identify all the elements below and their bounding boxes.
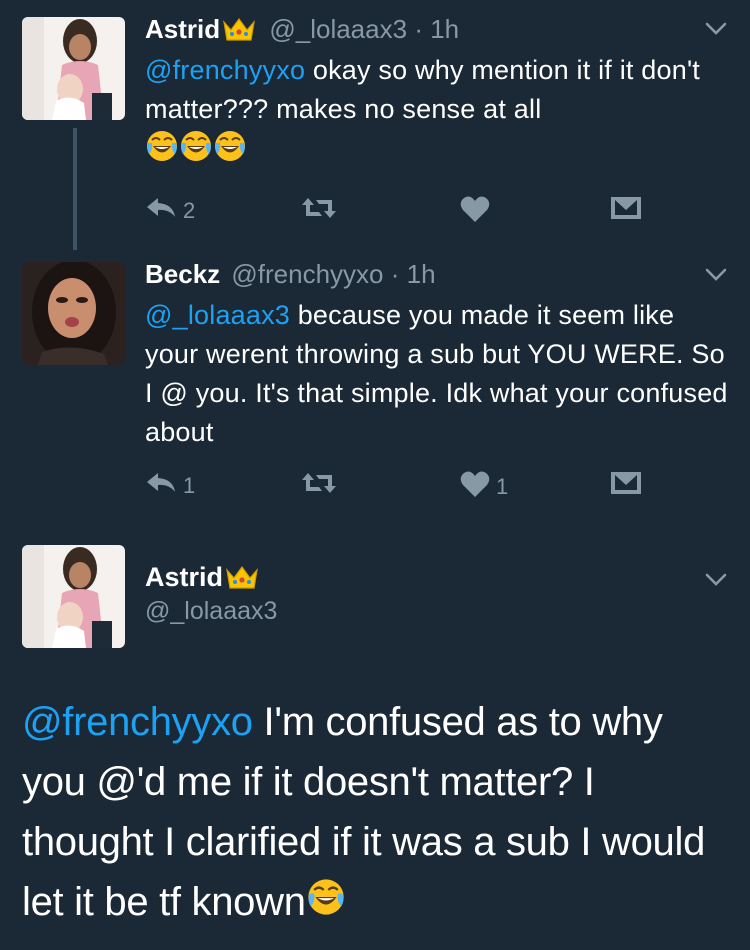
retweet-button[interactable] [300,470,338,502]
reply-count: 2 [183,198,196,223]
user-handle[interactable]: @_lolaaax3 [269,14,407,44]
main-tweet[interactable]: Astrid @_lolaaax3 @frenchyyxo I'm confus… [0,530,750,950]
tweet-text: @frenchyyxo I'm confused as to why you @… [22,692,732,934]
display-name[interactable]: Beckz [145,259,220,289]
display-name[interactable]: Astrid [145,14,220,44]
mention-link[interactable]: @_lolaaax3 [145,300,290,330]
chevron-down-icon[interactable] [705,268,727,287]
laugh-emoji-icon [145,129,179,174]
retweet-icon [300,470,338,502]
user-handle[interactable]: @frenchyyxo [231,259,383,289]
tweet-beckz[interactable]: Beckz @frenchyyxo · 1h @_lolaaax3 becaus… [0,250,750,520]
reply-button[interactable]: 2 [145,195,195,227]
timestamp[interactable]: 1h [430,14,459,44]
avatar[interactable] [22,17,125,120]
crown-icon [222,16,256,49]
envelope-icon [610,470,642,502]
reply-icon [145,195,177,227]
separator-dot: · [390,259,400,289]
timestamp[interactable]: 1h [407,259,436,289]
display-name[interactable]: Astrid [145,562,259,597]
reply-count: 1 [183,473,196,498]
envelope-icon [610,195,642,227]
message-button[interactable] [610,470,642,502]
display-name-text: Astrid [145,562,224,592]
heart-icon [460,195,490,229]
tweet-header: Astrid @_lolaaax3 · 1h [145,14,459,49]
action-bar: 2 [145,195,665,235]
user-handle[interactable]: @_lolaaax3 [145,597,277,626]
avatar[interactable] [22,545,125,648]
like-button[interactable]: 1 [460,470,508,504]
separator-dot: · [414,14,423,44]
like-count: 1 [496,474,509,499]
mention-link[interactable]: @frenchyyxo [145,55,305,85]
laugh-emoji-icon [213,129,247,174]
reply-icon [145,470,177,502]
crown-icon [225,564,259,597]
thread-line [73,128,77,250]
chevron-down-icon[interactable] [705,573,727,592]
action-bar: 1 1 [145,470,665,510]
heart-icon [460,470,490,504]
retweet-button[interactable] [300,195,338,227]
tweet-text: @_lolaaax3 because you made it seem like… [145,296,735,452]
tweet-text: @frenchyyxo okay so why mention it if it… [145,51,735,174]
avatar[interactable] [22,262,125,365]
laugh-emoji-icon [306,874,346,934]
like-button[interactable] [460,195,490,229]
mention-link[interactable]: @frenchyyxo [22,700,253,744]
tweet-header: Beckz @frenchyyxo · 1h [145,259,436,290]
chevron-down-icon[interactable] [705,22,727,41]
laugh-emoji-icon [179,129,213,174]
retweet-icon [300,195,338,227]
reply-button[interactable]: 1 [145,470,195,502]
emoji-row [145,129,735,174]
message-button[interactable] [610,195,642,227]
tweet-astrid-1[interactable]: Astrid @_lolaaax3 · 1h @frenchyyxo okay … [0,0,750,250]
